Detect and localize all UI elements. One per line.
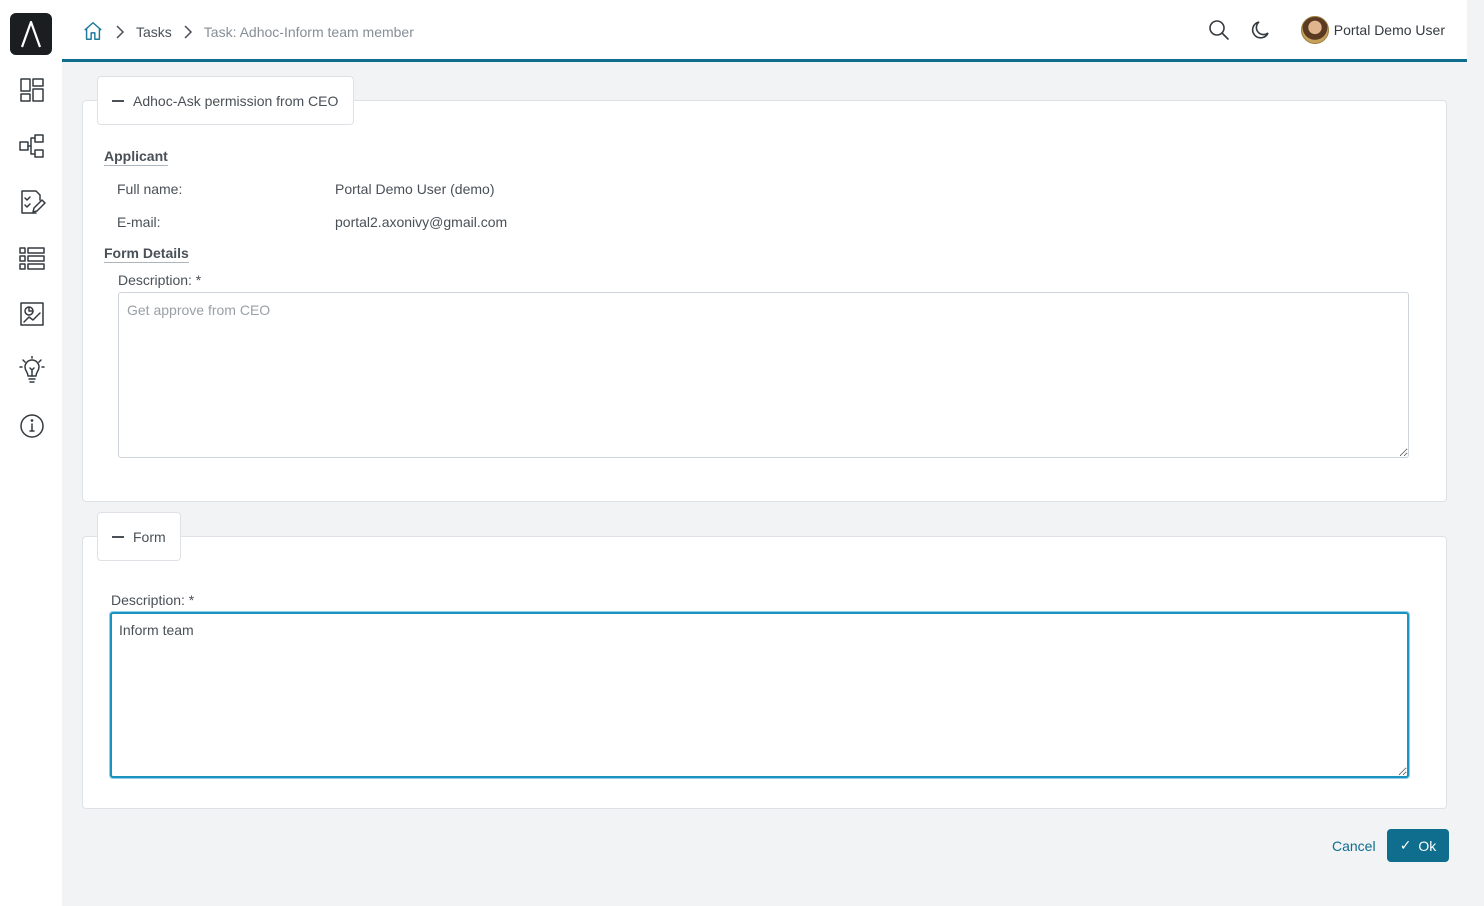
dark-mode-icon[interactable] — [1247, 16, 1275, 44]
breadcrumb-tasks[interactable]: Tasks — [136, 24, 172, 40]
top-actions: Portal Demo User — [1205, 14, 1467, 46]
form-panel-toggle[interactable]: Form — [97, 512, 181, 561]
adhoc-description-field[interactable]: Get approve from CEO — [118, 292, 1409, 458]
dashboard-icon[interactable] — [17, 75, 47, 105]
cases-icon[interactable] — [17, 243, 47, 273]
email-value: portal2.axonivy@gmail.com — [335, 214, 508, 230]
user-name: Portal Demo User — [1333, 22, 1445, 38]
full-name-label: Full name: — [117, 181, 183, 197]
cancel-button[interactable]: Cancel — [1332, 838, 1376, 854]
axon-logo-icon — [20, 20, 42, 48]
logo[interactable] — [10, 13, 52, 55]
description-label: Description: * — [111, 592, 195, 608]
info-icon[interactable] — [17, 411, 47, 441]
ok-label: Ok — [1418, 837, 1437, 854]
breadcrumb: Tasks Task: Adhoc-Inform team member — [82, 20, 414, 44]
check-icon: ✓ — [1399, 837, 1412, 853]
applicant-title: Applicant — [104, 148, 168, 166]
collapse-icon — [112, 99, 124, 102]
form-panel-legend: Form — [133, 528, 166, 545]
description-field[interactable]: Inform team — [110, 612, 1409, 778]
home-icon[interactable] — [82, 20, 104, 45]
adhoc-panel-toggle[interactable]: Adhoc-Ask permission from CEO — [97, 76, 354, 125]
ok-button[interactable]: ✓ Ok — [1387, 829, 1449, 862]
chevron-right-icon — [114, 25, 126, 39]
statistics-icon[interactable] — [17, 299, 47, 329]
adhoc-description-label: Description: * — [118, 272, 202, 288]
topbar: Tasks Task: Adhoc-Inform team member Por… — [62, 0, 1467, 62]
form-details-title: Form Details — [104, 245, 189, 263]
search-icon[interactable] — [1205, 16, 1233, 44]
adhoc-panel-legend: Adhoc-Ask permission from CEO — [133, 92, 339, 109]
chevron-right-icon — [182, 25, 194, 39]
process-icon[interactable] — [17, 131, 47, 161]
email-label: E-mail: — [117, 214, 161, 230]
tasks-icon[interactable] — [17, 187, 47, 217]
collapse-icon — [112, 535, 124, 538]
sidebar — [0, 0, 62, 906]
breadcrumb-current: Task: Adhoc-Inform team member — [203, 24, 414, 40]
lightbulb-icon[interactable] — [17, 355, 47, 385]
full-name-value: Portal Demo User (demo) — [335, 181, 495, 197]
avatar — [1300, 16, 1329, 44]
user-menu[interactable]: Portal Demo User — [1300, 16, 1445, 44]
